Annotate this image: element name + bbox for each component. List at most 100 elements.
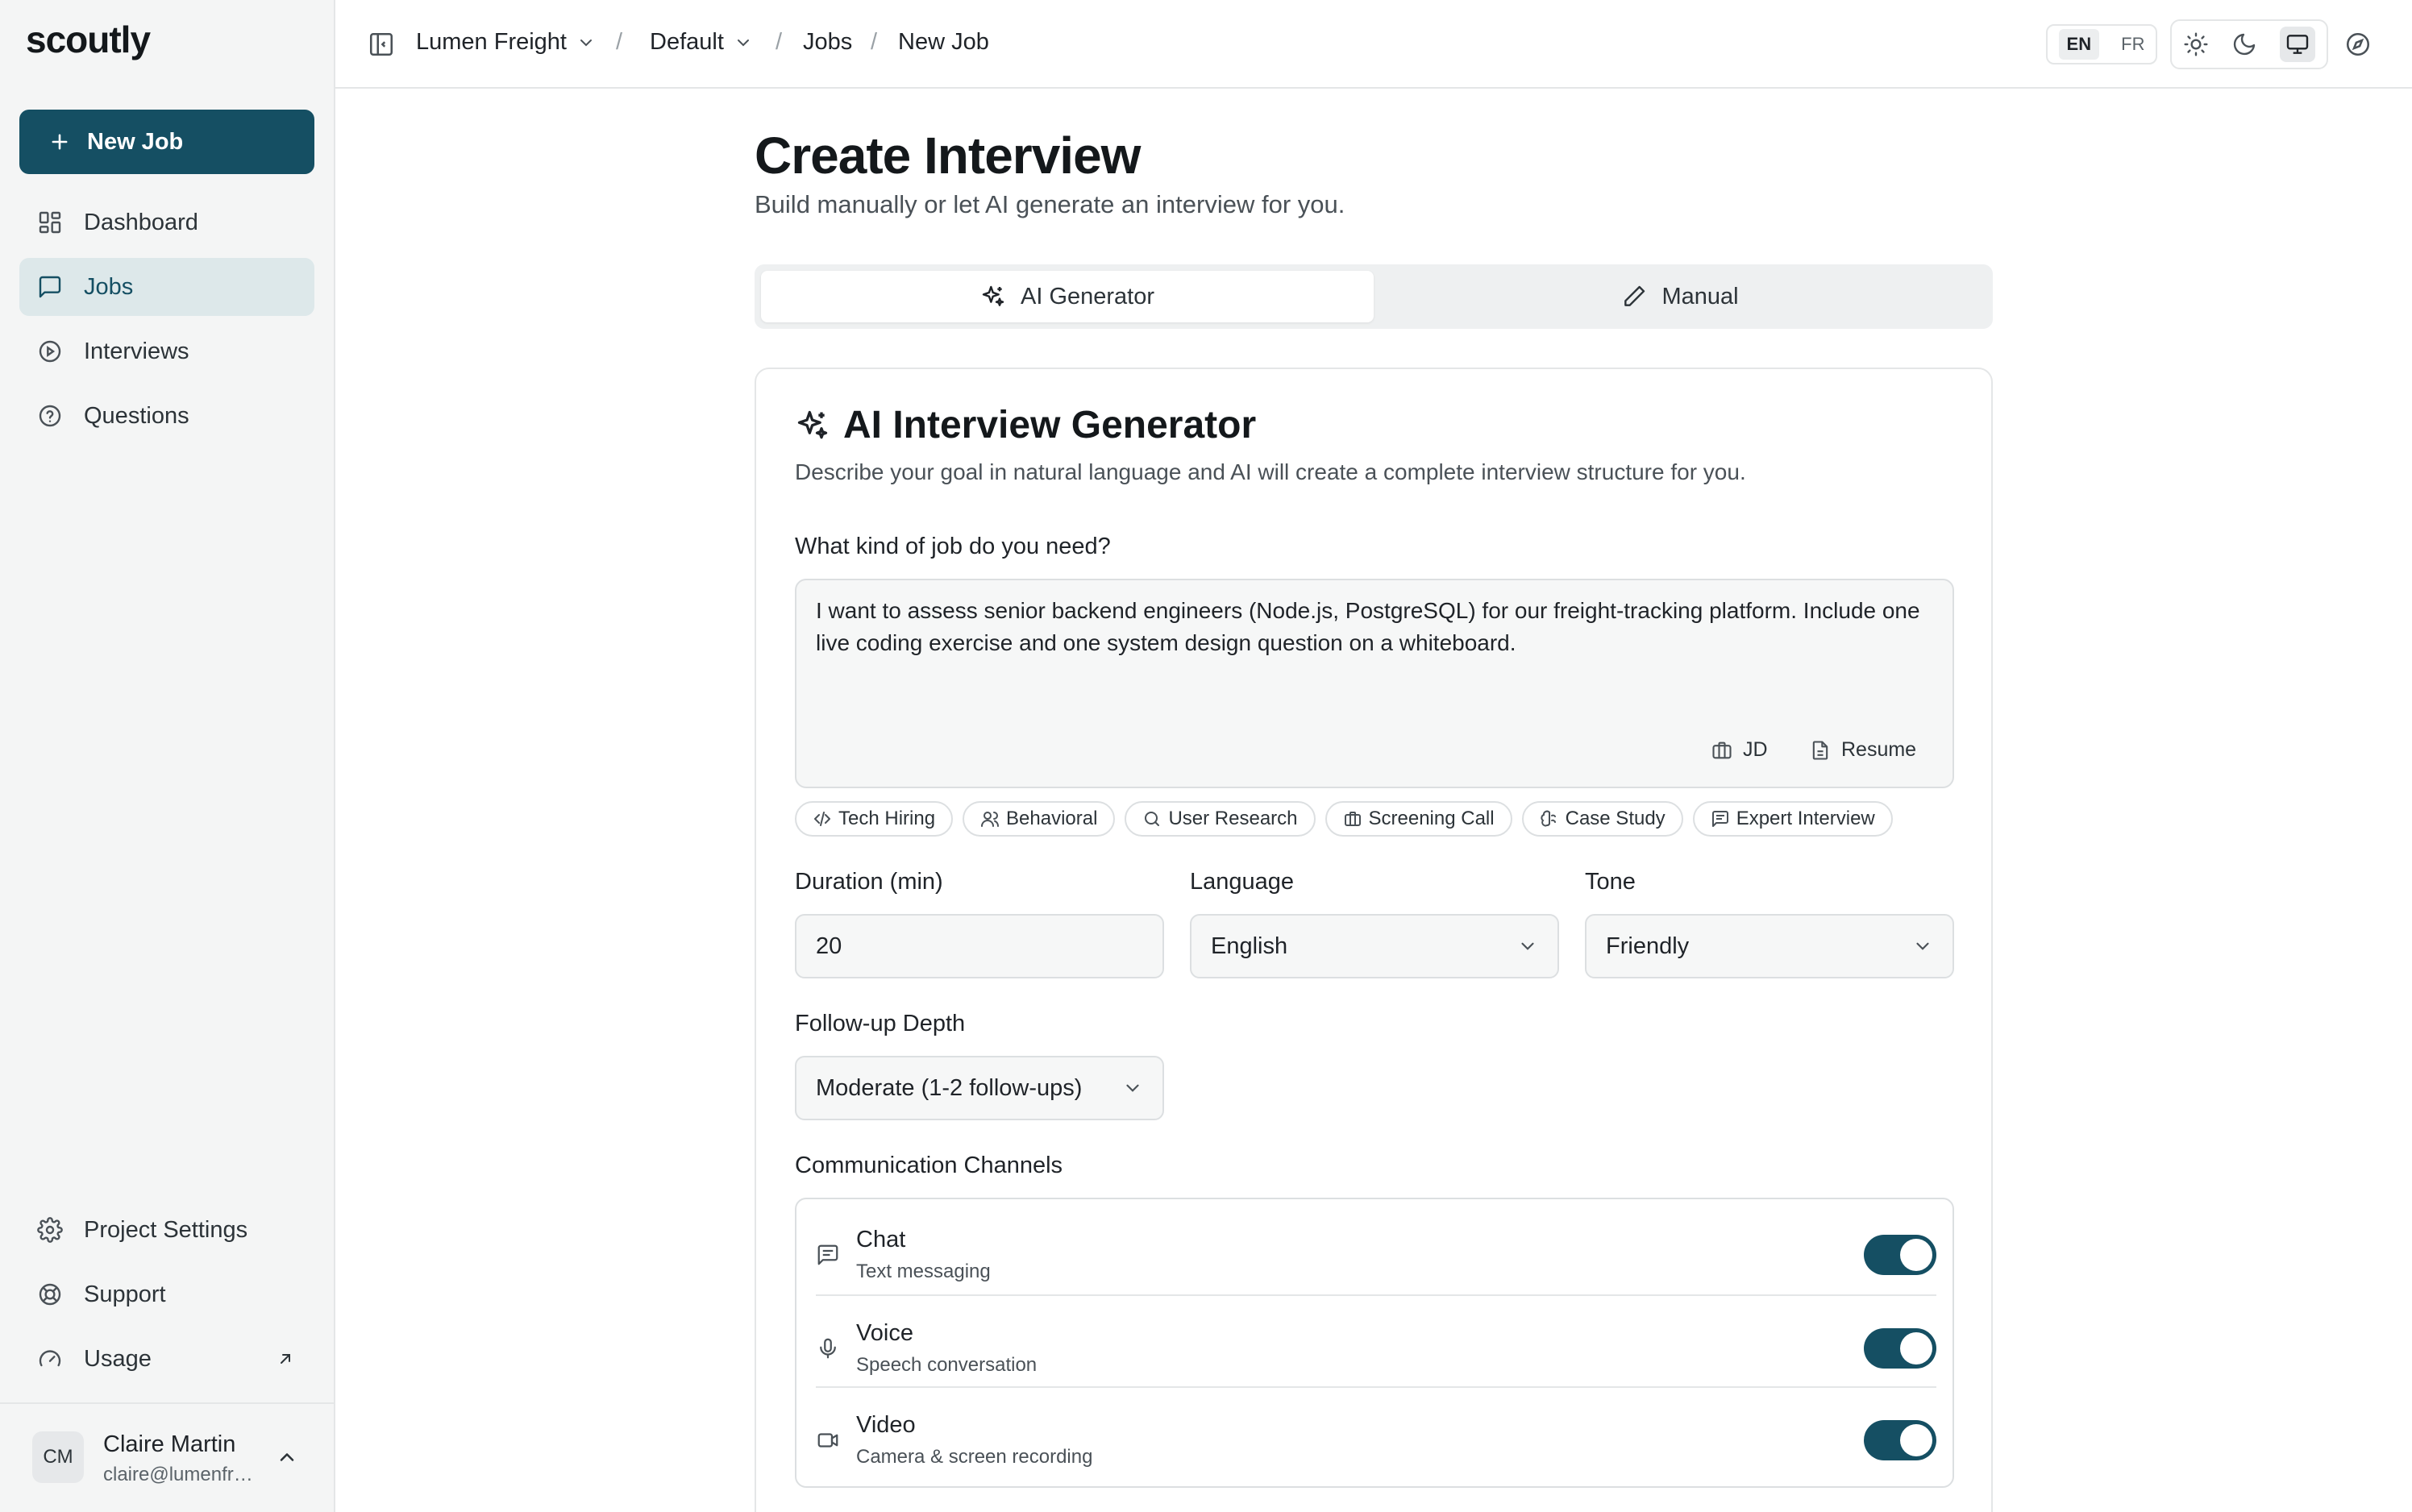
video-toggle[interactable] xyxy=(1864,1420,1936,1460)
gear-icon xyxy=(37,1217,63,1243)
compass-icon[interactable] xyxy=(2344,31,2372,58)
followup-value: Moderate (1-2 follow-ups) xyxy=(816,1074,1083,1101)
sidebar-item-support[interactable]: Support xyxy=(19,1265,314,1323)
sidebar-toggle-icon[interactable] xyxy=(368,31,395,58)
followup-label: Follow-up Depth xyxy=(795,1011,966,1036)
moon-icon[interactable] xyxy=(2231,31,2257,57)
pencil-icon xyxy=(1624,285,1645,306)
sidebar-item-project-settings[interactable]: Project Settings xyxy=(19,1201,314,1259)
language-fr[interactable]: FR xyxy=(2121,34,2144,55)
preset-case-study[interactable]: Case Study xyxy=(1521,801,1683,837)
language-en[interactable]: EN xyxy=(2058,29,2100,60)
preset-tech-hiring[interactable]: Tech Hiring xyxy=(795,801,954,837)
breadcrumb-jobs[interactable]: Jobs xyxy=(803,29,852,56)
channel-name: Voice xyxy=(856,1320,913,1346)
preset-user-research[interactable]: User Research xyxy=(1125,801,1316,837)
breadcrumb-org-label: Lumen Freight xyxy=(416,29,567,55)
brain-icon xyxy=(1541,810,1556,827)
language-switcher: EN FR xyxy=(2046,24,2157,64)
message-lines-icon xyxy=(1711,811,1728,827)
new-job-button[interactable]: New Job xyxy=(19,110,314,174)
sidebar-item-label: Support xyxy=(84,1281,166,1307)
briefcase-icon xyxy=(1712,741,1732,758)
tab-ai-generator[interactable]: AI Generator xyxy=(761,271,1374,322)
generator-description: Describe your goal in natural language a… xyxy=(795,459,1746,484)
duration-label: Duration (min) xyxy=(795,869,943,895)
breadcrumb-jobs-label: Jobs xyxy=(803,29,853,55)
sparkles-icon xyxy=(982,285,1004,306)
breadcrumb-separator: / xyxy=(871,29,878,55)
users-icon xyxy=(981,812,1000,827)
chip-label: Tech Hiring xyxy=(838,808,936,829)
sidebar-item-questions[interactable]: Questions xyxy=(19,387,314,445)
sidebar-item-label: Jobs xyxy=(84,273,134,300)
channels-list: Chat Text messaging Voice Speech convers… xyxy=(795,1198,1954,1488)
preset-screening-call[interactable]: Screening Call xyxy=(1325,801,1512,837)
page-title: Create Interview xyxy=(755,127,1141,185)
chat-toggle[interactable] xyxy=(1864,1235,1936,1275)
channel-name: Video xyxy=(856,1412,916,1438)
mic-icon xyxy=(820,1338,836,1359)
page-subtitle: Build manually or let AI generate an int… xyxy=(755,190,1345,218)
preset-chips: Tech Hiring Behavioral User Research Scr… xyxy=(795,801,1893,837)
external-arrow-icon xyxy=(281,1354,290,1364)
sidebar-item-label: Dashboard xyxy=(84,209,198,235)
prompt-label: What kind of job do you need? xyxy=(795,534,1111,559)
chat-icon xyxy=(817,1244,838,1265)
chevron-down-icon xyxy=(1521,942,1534,950)
tab-manual[interactable]: Manual xyxy=(1374,271,1986,322)
breadcrumb-project-label: Default xyxy=(650,29,724,55)
preset-expert-interview[interactable]: Expert Interview xyxy=(1692,801,1893,837)
generator-title: AI Interview Generator xyxy=(795,403,1256,447)
app-logo[interactable]: scoutly xyxy=(26,18,151,61)
play-circle-icon xyxy=(39,340,61,363)
tab-label: Manual xyxy=(1661,283,1739,309)
sidebar: scoutly New Job Dashboard Jobs Interview… xyxy=(0,0,335,1512)
chip-label: Screening Call xyxy=(1368,808,1495,829)
channel-voice: Voice Speech conversation xyxy=(816,1294,1936,1386)
system-theme-button[interactable] xyxy=(2280,27,2315,62)
duration-value: 20 xyxy=(816,933,842,959)
breadcrumb-current-label: New Job xyxy=(898,29,989,55)
sidebar-item-interviews[interactable]: Interviews xyxy=(19,322,314,380)
user-name: Claire Martin xyxy=(103,1431,236,1457)
tone-select[interactable]: Friendly xyxy=(1585,914,1954,978)
sun-icon[interactable] xyxy=(2183,31,2209,57)
gauge-icon xyxy=(39,1350,61,1367)
attach-resume-label: Resume xyxy=(1841,738,1917,761)
main-content: Lumen Freight / Default / Jobs / New Job… xyxy=(335,0,2412,1512)
channel-chat: Chat Text messaging xyxy=(816,1203,1936,1294)
user-menu[interactable]: CM Claire Martin claire@lumenfreight.com xyxy=(0,1402,335,1512)
followup-select[interactable]: Moderate (1-2 follow-ups) xyxy=(795,1056,1164,1120)
duration-input[interactable]: 20 xyxy=(795,914,1164,978)
document-icon xyxy=(1812,740,1828,760)
new-job-label: New Job xyxy=(87,128,184,155)
sidebar-item-dashboard[interactable]: Dashboard xyxy=(19,193,314,251)
attach-jd-label: JD xyxy=(1743,738,1768,761)
chevron-down-icon xyxy=(1916,942,1929,950)
breadcrumb-separator: / xyxy=(776,29,783,55)
ai-generator-card: AI Interview Generator Describe your goa… xyxy=(755,368,1993,1512)
tone-value: Friendly xyxy=(1606,933,1690,959)
sidebar-item-usage[interactable]: Usage xyxy=(19,1330,314,1388)
chevron-up-icon xyxy=(280,1453,294,1461)
preset-behavioral[interactable]: Behavioral xyxy=(963,801,1116,837)
breadcrumb-project[interactable]: Default xyxy=(650,29,753,56)
language-select[interactable]: English xyxy=(1190,914,1559,978)
attach-jd-button[interactable]: JD xyxy=(1711,738,1768,762)
breadcrumb-org[interactable]: Lumen Freight xyxy=(416,29,596,56)
sidebar-item-label: Questions xyxy=(84,402,189,429)
prompt-textarea[interactable]: I want to assess senior backend engineer… xyxy=(795,579,1954,788)
tone-label: Tone xyxy=(1585,869,1636,895)
breadcrumb-current: New Job xyxy=(898,29,989,56)
search-icon xyxy=(1145,812,1160,826)
sidebar-item-jobs[interactable]: Jobs xyxy=(19,258,314,316)
attach-resume-button[interactable]: Resume xyxy=(1809,738,1916,762)
voice-toggle[interactable] xyxy=(1864,1328,1936,1369)
monitor-icon xyxy=(2286,35,2309,54)
chip-label: Behavioral xyxy=(1006,808,1098,829)
sidebar-item-label: Usage xyxy=(84,1345,152,1372)
topbar: Lumen Freight / Default / Jobs / New Job… xyxy=(335,0,2412,89)
briefcase-icon xyxy=(1344,812,1361,826)
chip-label: Case Study xyxy=(1565,808,1666,829)
